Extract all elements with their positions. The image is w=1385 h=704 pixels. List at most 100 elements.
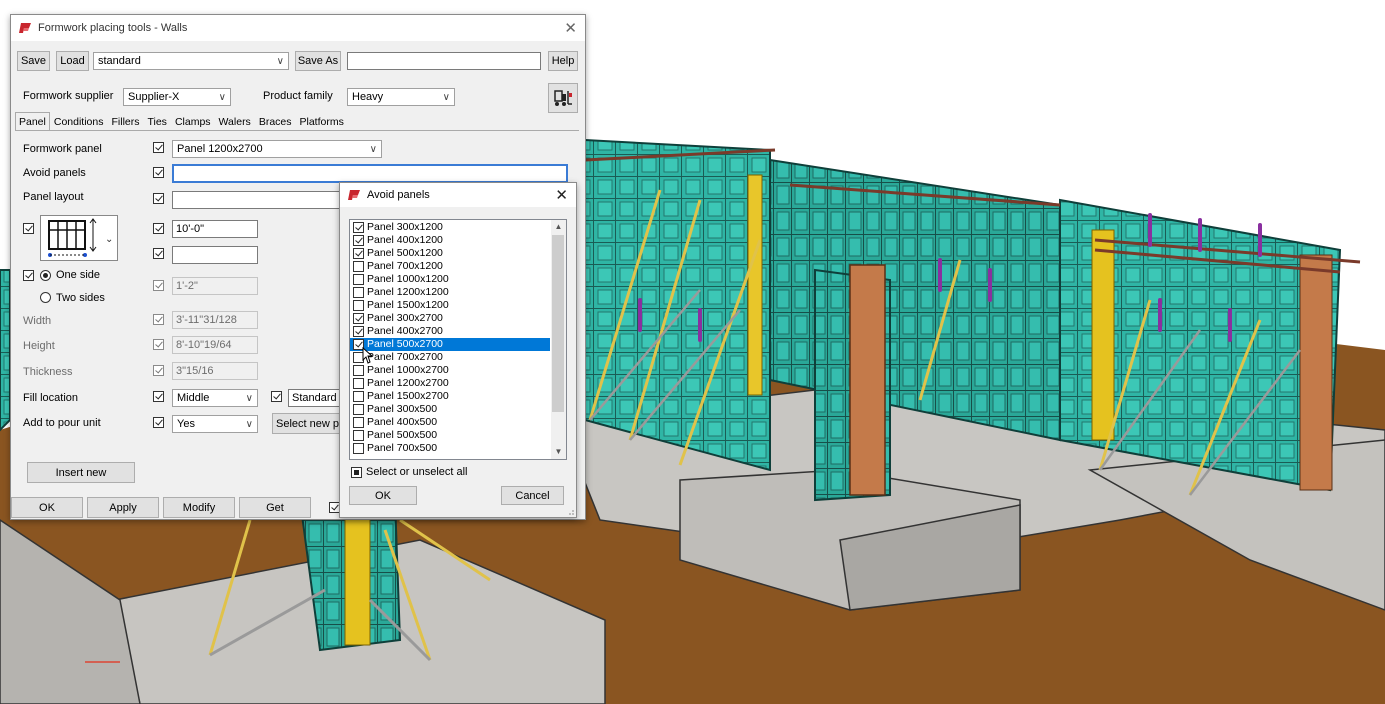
svg-text:⌄: ⌄ [105,234,113,245]
load-button[interactable]: Load [56,51,89,71]
formwork-panel-combo[interactable]: Panel 1200x2700 ∨ [172,140,382,158]
width-checkbox[interactable] [153,314,164,325]
avoid-dialog-titlebar[interactable]: Avoid panels ✕ [340,183,576,207]
select-all-checkbox[interactable] [351,467,362,478]
ok-button[interactable]: OK [11,497,83,518]
list-item-checkbox[interactable] [353,274,364,285]
list-item-checkbox[interactable] [353,430,364,441]
dim2-input[interactable] [172,246,258,264]
list-item[interactable]: Panel 300x1200 [350,221,566,234]
tab-clamps[interactable]: Clamps [171,112,215,131]
dim2-checkbox[interactable] [153,248,164,259]
list-item-checkbox[interactable] [353,222,364,233]
list-item-checkbox[interactable] [353,417,364,428]
tab-platforms[interactable]: Platforms [296,112,348,131]
list-item[interactable]: Panel 1500x1200 [350,299,566,312]
layout-picker[interactable]: ⌄ [40,215,118,261]
supplier-tool-button[interactable] [548,83,578,113]
list-item-checkbox[interactable] [353,287,364,298]
list-item[interactable]: Panel 400x500 [350,416,566,429]
sides-checkbox[interactable] [23,270,34,281]
avoid-panels-checkbox[interactable] [153,167,164,178]
supplier-combo[interactable]: Supplier-X ∨ [123,88,231,106]
panel-layout-input[interactable] [172,191,342,209]
list-item[interactable]: Panel 700x500 [350,442,566,455]
preset-combo[interactable]: standard ∨ [93,52,289,70]
save-as-name-input[interactable] [347,52,541,70]
list-item-checkbox[interactable] [353,365,364,376]
tab-conditions[interactable]: Conditions [50,112,108,131]
save-as-button[interactable]: Save As [295,51,341,71]
list-item-checkbox[interactable] [353,378,364,389]
list-item-checkbox[interactable] [353,300,364,311]
list-item[interactable]: Panel 400x2700 [350,325,566,338]
save-button[interactable]: Save [17,51,50,71]
list-item[interactable]: Panel 700x1200 [350,260,566,273]
list-item[interactable]: Panel 500x500 [350,429,566,442]
formwork-panel-label: Formwork panel [23,143,102,155]
list-item-checkbox[interactable] [353,326,364,337]
close-icon[interactable]: ✕ [555,186,568,204]
fill-location-combo[interactable]: Middle ∨ [172,389,258,407]
select-new-button[interactable]: Select new p [272,413,342,434]
list-item-checkbox[interactable] [353,391,364,402]
one-side-radio[interactable] [40,270,51,281]
standard-checkbox[interactable] [271,391,282,402]
list-item[interactable]: Panel 500x1200 [350,247,566,260]
list-item-checkbox[interactable] [353,404,364,415]
dim1-input[interactable]: 10'-0" [172,220,258,238]
scroll-up-icon[interactable]: ▲ [551,220,566,234]
list-item[interactable]: Panel 400x1200 [350,234,566,247]
avoid-cancel-button[interactable]: Cancel [501,486,564,505]
insert-new-button[interactable]: Insert new [27,462,135,483]
list-item-checkbox[interactable] [353,261,364,272]
modify-button[interactable]: Modify [163,497,235,518]
help-button[interactable]: Help [548,51,578,71]
scroll-down-icon[interactable]: ▼ [551,445,566,459]
list-scrollbar[interactable]: ▲ ▼ [551,220,566,459]
layout-picker-checkbox[interactable] [23,223,34,234]
avoid-panels-dialog[interactable]: Avoid panels ✕ Panel 300x1200 Panel 400x1… [339,182,577,518]
list-item[interactable]: Panel 300x2700 [350,312,566,325]
dim1-checkbox[interactable] [153,223,164,234]
pour-unit-checkbox[interactable] [153,417,164,428]
list-item-checkbox[interactable] [353,443,364,454]
list-item[interactable]: Panel 500x2700 [350,338,550,351]
thickness-checkbox[interactable] [153,365,164,376]
formwork-panel-checkbox[interactable] [153,142,164,153]
list-item[interactable]: Panel 1200x1200 [350,286,566,299]
avoid-ok-button[interactable]: OK [349,486,417,505]
list-item[interactable]: Panel 1000x1200 [350,273,566,286]
width-label: Width [23,315,52,327]
tab-walers[interactable]: Walers [215,112,255,131]
list-item[interactable]: Panel 1500x2700 [350,390,566,403]
list-item[interactable]: Panel 1200x2700 [350,377,566,390]
list-item-checkbox[interactable] [353,313,364,324]
panel-layout-checkbox[interactable] [153,193,164,204]
dialog-title: Formwork placing tools - Walls [38,22,188,34]
list-item[interactable]: Panel 1000x2700 [350,364,566,377]
fill-location-checkbox[interactable] [153,391,164,402]
tab-braces[interactable]: Braces [255,112,296,131]
avoid-panels-input[interactable] [172,164,568,183]
tab-ties[interactable]: Ties [143,112,170,131]
close-icon[interactable]: ✕ [564,19,577,37]
list-item-checkbox[interactable] [353,248,364,259]
dialog-titlebar[interactable]: Formwork placing tools - Walls ✕ [11,15,585,41]
tab-fillers[interactable]: Fillers [107,112,143,131]
get-button[interactable]: Get [239,497,311,518]
apply-button[interactable]: Apply [87,497,159,518]
list-item[interactable]: Panel 700x2700 [350,351,566,364]
pour-unit-combo[interactable]: Yes ∨ [172,415,258,433]
avoid-panels-list[interactable]: Panel 300x1200 Panel 400x1200 Panel 500x12… [349,219,567,460]
scroll-thumb[interactable] [552,235,564,412]
list-item-checkbox[interactable] [353,235,364,246]
resize-grip-icon[interactable] [567,508,575,516]
list-item[interactable]: Panel 300x500 [350,403,566,416]
two-sides-radio[interactable] [40,292,51,303]
standard-input[interactable]: Standard ti [288,389,340,407]
one-side-dim-checkbox[interactable] [153,280,164,291]
tab-panel[interactable]: Panel [15,112,50,131]
family-combo[interactable]: Heavy ∨ [347,88,455,106]
height-checkbox[interactable] [153,339,164,350]
